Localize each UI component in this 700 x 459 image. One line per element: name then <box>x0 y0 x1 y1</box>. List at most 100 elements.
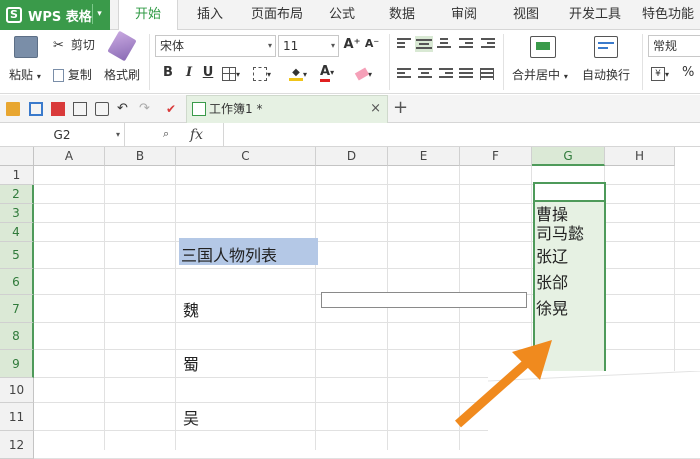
currency-dropdown-icon: ▾ <box>665 70 670 79</box>
fx-icon[interactable]: fx <box>190 123 203 147</box>
name-box-dropdown-icon[interactable]: ▾ <box>116 123 120 147</box>
tab-review[interactable]: 审阅 <box>442 0 486 30</box>
active-cell-g2[interactable] <box>533 182 606 202</box>
row-header-3[interactable]: 3 <box>0 204 34 223</box>
name-box[interactable]: G2 ▾ <box>0 123 125 147</box>
copy-label: 复制 <box>67 68 92 82</box>
column-header-b[interactable]: B <box>105 147 176 166</box>
cell-c5[interactable]: 三国人物列表 <box>181 242 277 266</box>
shrink-font-button[interactable]: A⁻ <box>363 37 381 50</box>
cell-g4[interactable]: 司马懿 <box>536 220 584 244</box>
spreadsheet-grid[interactable]: 12 11 10 9 8 7 6 5 4 3 2 1 H G F E D C B A 三国人物列表 魏 蜀 吴 曹操 … <box>0 147 700 459</box>
column-header-h[interactable]: H <box>605 147 675 166</box>
font-color-button[interactable]: A▾ <box>320 64 348 82</box>
save-icon[interactable] <box>29 102 43 116</box>
fill-color-button[interactable]: ◆ ▾ <box>289 66 317 81</box>
redo-icon[interactable]: ↷ <box>139 102 153 116</box>
bold-button[interactable]: B <box>159 65 177 80</box>
increase-indent-icon[interactable] <box>481 38 495 50</box>
borders-button[interactable]: ▾ <box>222 66 250 81</box>
font-size-select[interactable]: 11 ▾ <box>278 35 339 57</box>
cell-g7[interactable]: 徐晃 <box>536 295 568 319</box>
tab-developer[interactable]: 开发工具 <box>562 0 628 30</box>
new-tab-icon[interactable]: + <box>393 97 408 118</box>
merge-center-button[interactable]: 合并居中 ▾ <box>512 66 568 83</box>
grow-font-button[interactable]: A⁺ <box>343 37 361 52</box>
align-left-icon[interactable] <box>397 68 411 80</box>
column-header-f[interactable]: F <box>460 147 532 166</box>
wrap-text-button[interactable]: 自动换行 <box>582 66 630 83</box>
export-pdf-icon[interactable] <box>51 102 65 116</box>
ribbon-divider <box>503 34 504 90</box>
format-painter-button[interactable]: 格式刷 <box>104 66 140 83</box>
column-header-c[interactable]: C <box>176 147 316 166</box>
formula-input[interactable] <box>223 123 700 147</box>
align-right-icon[interactable] <box>439 68 453 80</box>
justify-icon[interactable] <box>459 68 473 80</box>
copy-button[interactable]: 复制 <box>53 66 92 83</box>
row-header-9[interactable]: 9 <box>0 350 34 378</box>
align-top-icon[interactable] <box>397 38 411 50</box>
row-header-8[interactable]: 8 <box>0 323 34 350</box>
print-preview-icon[interactable] <box>95 102 109 116</box>
row-header-12[interactable]: 12 <box>0 431 34 459</box>
decrease-indent-icon[interactable] <box>459 38 473 50</box>
tab-special-features[interactable]: 特色功能 <box>636 0 700 30</box>
row-header-2[interactable]: 2 <box>0 185 34 204</box>
app-menu-caret-icon[interactable]: ▾ <box>92 4 106 24</box>
align-center-icon[interactable] <box>418 68 432 80</box>
cell-style-button[interactable]: ▾ <box>253 66 281 81</box>
currency-format-button[interactable]: ¥ ▾ <box>651 66 669 81</box>
row-header-6[interactable]: 6 <box>0 269 34 295</box>
underline-button[interactable]: U <box>199 65 217 80</box>
paste-button[interactable]: 粘贴 ▾ <box>9 66 41 83</box>
distributed-align-icon[interactable] <box>480 68 494 80</box>
cell-g6[interactable]: 张郃 <box>536 269 568 293</box>
row-header-10[interactable]: 10 <box>0 378 34 403</box>
close-tab-icon[interactable]: × <box>370 96 381 122</box>
wrap-text-icon[interactable] <box>594 36 618 58</box>
zoom-icon[interactable]: ⌕ <box>163 127 169 141</box>
percent-button[interactable]: % <box>682 65 694 80</box>
tab-insert[interactable]: 插入 <box>186 0 234 30</box>
document-tab[interactable]: 工作簿1 * × <box>186 95 388 123</box>
tab-data[interactable]: 数据 <box>380 0 424 30</box>
column-header-a[interactable]: A <box>34 147 105 166</box>
paste-icon[interactable] <box>14 36 38 58</box>
merge-center-icon[interactable] <box>530 36 556 58</box>
cell-c7[interactable]: 魏 <box>183 297 199 321</box>
italic-button[interactable]: I <box>180 65 198 80</box>
format-painter-icon[interactable] <box>107 30 137 62</box>
font-name-select[interactable]: 宋体 ▾ <box>155 35 276 57</box>
row-header-7[interactable]: 7 <box>0 295 34 323</box>
cell-d7-edit-box[interactable] <box>321 292 527 308</box>
cell-c9[interactable]: 蜀 <box>183 351 199 375</box>
open-folder-icon[interactable] <box>6 102 20 116</box>
column-header-d[interactable]: D <box>316 147 388 166</box>
column-header-g[interactable]: G <box>532 147 605 166</box>
merge-center-dropdown-icon[interactable]: ▾ <box>564 72 568 81</box>
cut-button[interactable]: ✂ 剪切 <box>53 36 95 53</box>
undo-icon[interactable]: ↶ <box>117 102 131 116</box>
cell-g5[interactable]: 张辽 <box>536 243 568 267</box>
row-header-4[interactable]: 4 <box>0 223 34 242</box>
clear-format-button[interactable]: ▾ <box>354 66 382 80</box>
align-middle-icon[interactable] <box>415 36 433 52</box>
tab-view[interactable]: 视图 <box>504 0 548 30</box>
app-menu-button[interactable]: S WPS 表格 ▾ <box>0 0 110 30</box>
cell-c11[interactable]: 吴 <box>183 405 199 429</box>
select-all-corner[interactable] <box>0 147 34 166</box>
tab-page-layout[interactable]: 页面布局 <box>244 0 310 30</box>
tab-formulas[interactable]: 公式 <box>320 0 364 30</box>
paste-dropdown-icon[interactable]: ▾ <box>37 72 41 81</box>
row-header-5[interactable]: 5 <box>0 242 34 269</box>
customize-toolbar-icon[interactable]: ✔ <box>166 102 180 116</box>
tab-home[interactable]: 开始 <box>118 0 178 31</box>
column-header-e[interactable]: E <box>388 147 460 166</box>
align-bottom-icon[interactable] <box>437 38 451 50</box>
row-header-11[interactable]: 11 <box>0 403 34 431</box>
row-header-1[interactable]: 1 <box>0 166 34 185</box>
number-format-select[interactable]: 常规 <box>648 35 700 57</box>
print-icon[interactable] <box>73 102 87 116</box>
spreadsheet-file-icon <box>192 102 206 116</box>
